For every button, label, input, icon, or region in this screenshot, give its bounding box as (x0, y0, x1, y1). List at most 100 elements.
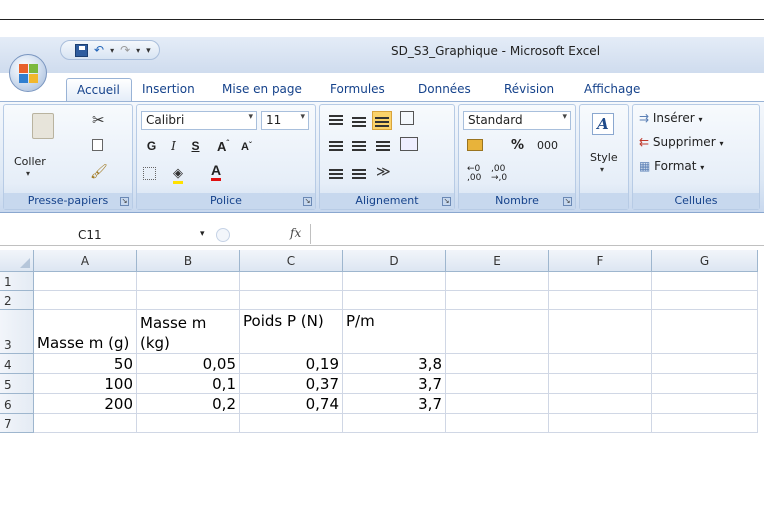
cell-f5[interactable] (549, 374, 652, 394)
cell-f4[interactable] (549, 354, 652, 374)
cell-d5[interactable]: 3,7 (343, 374, 446, 394)
cell-b2[interactable] (137, 291, 240, 310)
column-header-a[interactable]: A (34, 250, 137, 272)
column-header-c[interactable]: C (240, 250, 343, 272)
delete-button[interactable]: ⇇ Supprimer ▾ (639, 135, 723, 149)
cell-g7[interactable] (652, 414, 758, 433)
cell-g2[interactable] (652, 291, 758, 310)
font-launcher-icon[interactable]: ↘ (303, 197, 312, 206)
number-launcher-icon[interactable]: ↘ (563, 197, 572, 206)
name-box[interactable]: C11 ▾ (20, 226, 210, 243)
align-top-icon[interactable] (329, 115, 343, 125)
cell-d6[interactable]: 3,7 (343, 394, 446, 414)
column-header-g[interactable]: G (652, 250, 758, 272)
cell-b3[interactable]: Masse m (kg) (137, 310, 240, 354)
tab-accueil[interactable]: Accueil (66, 78, 132, 102)
align-center-icon[interactable] (352, 141, 366, 151)
align-bottom-icon[interactable] (372, 111, 392, 130)
cell-c5[interactable]: 0,37 (240, 374, 343, 394)
cell-c6[interactable]: 0,74 (240, 394, 343, 414)
cut-icon[interactable]: ✂ (92, 111, 105, 129)
decrease-decimal-icon[interactable]: ,00 →,0 (491, 165, 507, 183)
fill-color-icon[interactable]: ◈ (173, 165, 183, 184)
number-format-select[interactable]: Standard ▾ (463, 111, 571, 130)
row-header[interactable]: 2 (0, 291, 34, 310)
cell-e4[interactable] (446, 354, 549, 374)
redo-dropdown-icon[interactable]: ▾ (136, 46, 140, 55)
cell-c7[interactable] (240, 414, 343, 433)
font-name-select[interactable]: Calibri ▾ (141, 111, 257, 130)
row-header[interactable]: 3 (0, 310, 34, 354)
undo-icon[interactable]: ↶ (94, 43, 104, 57)
name-box-dropdown-icon[interactable]: ▾ (200, 229, 205, 239)
redo-icon[interactable]: ↷ (120, 43, 130, 57)
font-size-select[interactable]: 11 ▾ (261, 111, 309, 130)
align-left-icon[interactable] (329, 141, 343, 151)
cell-c1[interactable] (240, 272, 343, 291)
cell-e1[interactable] (446, 272, 549, 291)
align-middle-icon[interactable] (352, 117, 366, 127)
borders-icon[interactable] (143, 167, 156, 180)
align-right-icon[interactable] (376, 141, 390, 151)
select-all-button[interactable] (0, 250, 34, 272)
cell-g1[interactable] (652, 272, 758, 291)
grow-font-icon[interactable]: Aˆ (217, 139, 229, 154)
undo-dropdown-icon[interactable]: ▾ (110, 46, 114, 55)
increase-indent-icon[interactable] (352, 169, 366, 179)
wrap-text-icon[interactable] (400, 111, 414, 125)
row-header[interactable]: 5 (0, 374, 34, 394)
cell-d1[interactable] (343, 272, 446, 291)
cell-f2[interactable] (549, 291, 652, 310)
cell-a5[interactable]: 100 (34, 374, 137, 394)
cell-d7[interactable] (343, 414, 446, 433)
cell-e7[interactable] (446, 414, 549, 433)
thousands-button[interactable]: 000 (537, 139, 558, 152)
cell-c4[interactable]: 0,19 (240, 354, 343, 374)
font-color-icon[interactable]: A (211, 163, 222, 181)
cell-f6[interactable] (549, 394, 652, 414)
merge-center-icon[interactable] (400, 137, 418, 151)
cell-c3[interactable]: Poids P (N) (240, 310, 343, 354)
formula-input[interactable] (310, 224, 764, 244)
row-header[interactable]: 4 (0, 354, 34, 374)
cell-d2[interactable] (343, 291, 446, 310)
tab-mise-en-page[interactable]: Mise en page (212, 78, 320, 102)
cell-g4[interactable] (652, 354, 758, 374)
bold-button[interactable]: G (141, 137, 162, 156)
tab-insertion[interactable]: Insertion (132, 78, 212, 102)
cell-e3[interactable] (446, 310, 549, 354)
cell-a1[interactable] (34, 272, 137, 291)
cell-c2[interactable] (240, 291, 343, 310)
tab-formules[interactable]: Formules (320, 78, 408, 102)
formula-bar-handle[interactable] (216, 228, 230, 242)
underline-button[interactable]: S (185, 137, 206, 156)
office-button[interactable] (9, 54, 47, 92)
cell-d3[interactable]: P/m (343, 310, 446, 354)
tab-affichage[interactable]: Affichage (574, 78, 660, 102)
shrink-font-icon[interactable]: Aˇ (241, 141, 252, 153)
italic-button[interactable]: I (163, 137, 184, 156)
cell-a6[interactable]: 200 (34, 394, 137, 414)
cell-b6[interactable]: 0,2 (137, 394, 240, 414)
styles-button[interactable]: A Style ▾ (580, 105, 628, 193)
cell-a7[interactable] (34, 414, 137, 433)
column-header-f[interactable]: F (549, 250, 652, 272)
cell-a3[interactable]: Masse m (g) (34, 310, 137, 354)
row-header[interactable]: 1 (0, 272, 34, 291)
column-header-b[interactable]: B (137, 250, 240, 272)
copy-icon[interactable] (92, 139, 103, 151)
cell-g3[interactable] (652, 310, 758, 354)
percent-button[interactable]: % (511, 138, 524, 153)
cell-g5[interactable] (652, 374, 758, 394)
cell-f1[interactable] (549, 272, 652, 291)
currency-icon[interactable] (467, 139, 483, 151)
cell-d4[interactable]: 3,8 (343, 354, 446, 374)
cell-a2[interactable] (34, 291, 137, 310)
cell-f3[interactable] (549, 310, 652, 354)
cell-b1[interactable] (137, 272, 240, 291)
row-header[interactable]: 6 (0, 394, 34, 414)
cell-b4[interactable]: 0,05 (137, 354, 240, 374)
decrease-indent-icon[interactable] (329, 169, 343, 179)
cell-b5[interactable]: 0,1 (137, 374, 240, 394)
clipboard-launcher-icon[interactable]: ↘ (120, 197, 129, 206)
